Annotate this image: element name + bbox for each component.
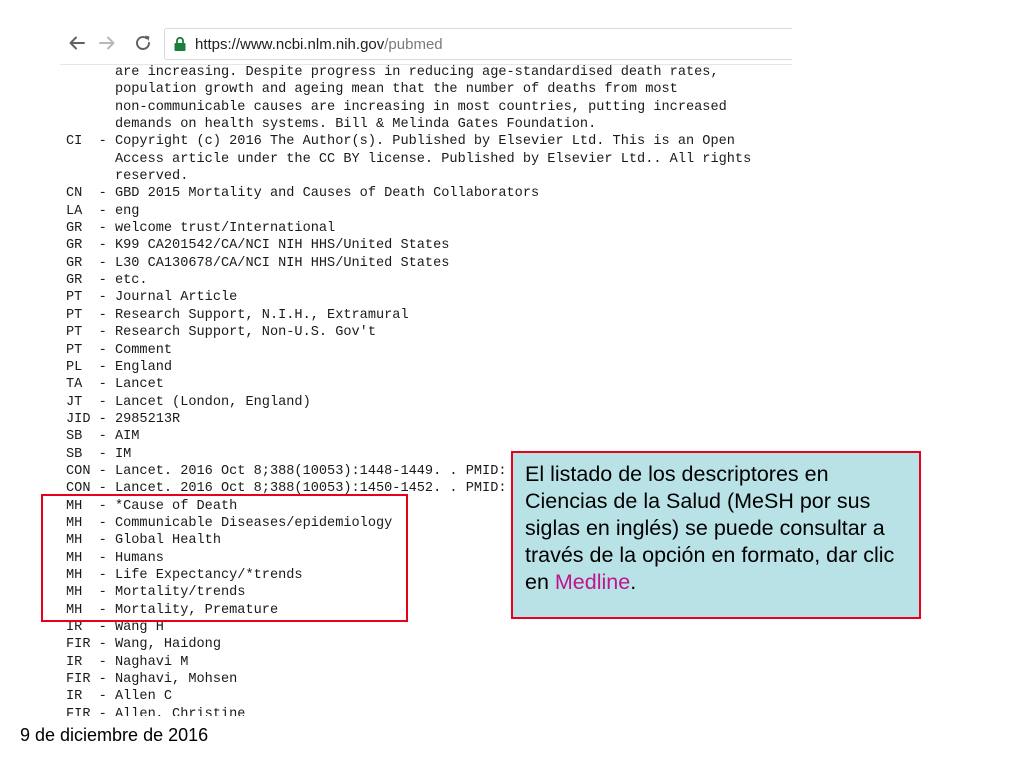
medline-line: are increasing. Despite progress in redu… [66,65,719,80]
medline-line: Access article under the CC BY license. … [66,151,752,167]
medline-line: MH - Communicable Diseases/epidemiology [66,515,393,531]
medline-line: FIR - Allen, Christine [66,706,246,716]
medline-line: IR - Wang H [66,620,164,635]
reload-icon [136,35,150,50]
medline-line: FIR - Naghavi, Mohsen [66,672,238,688]
slide-date: 9 de diciembre de 2016 [20,725,209,745]
medline-line: PL - England [66,359,173,375]
medline-line: CON - Lancet. 2016 Oct 8;388(10053):1450… [66,481,580,497]
medline-line: PT - Research Support, N.I.H., Extramura… [66,307,409,323]
medline-line: TA - Lancet [66,377,164,393]
medline-line: IR - Allen C [66,689,173,705]
medline-line: MH - Mortality/trends [66,585,246,601]
forward-arrow-icon [99,36,115,50]
medline-line: MH - Global Health [66,533,221,549]
url-host: https://www.ncbi.nlm.nih.gov [195,35,385,53]
medline-line: MH - Humans [66,550,164,566]
address-bar[interactable]: https://www.ncbi.nlm.nih.gov/pubmed [164,28,792,60]
medline-line: GR - welcome trust/International [66,221,336,237]
medline-line: GR - K99 CA201542/CA/NCI NIH HHS/United … [66,238,450,254]
medline-line: LA - eng [66,203,140,219]
reload-button[interactable] [130,30,156,56]
medline-line: JID - 2985213R [66,411,181,427]
callout-medline-word: Medline [554,570,631,594]
medline-line: PT - Journal Article [66,290,238,306]
medline-line: SB - AIM [66,429,140,445]
forward-button[interactable] [94,30,120,56]
medline-line: MH - *Cause of Death [66,498,238,514]
medline-line: non-communicable causes are increasing i… [66,99,727,115]
back-button[interactable] [64,30,90,56]
medline-line: demands on health systems. Bill & Melind… [66,117,597,133]
medline-line: CON - Lancet. 2016 Oct 8;388(10053):1448… [66,463,580,479]
medline-line: CI - Copyright (c) 2016 The Author(s). P… [66,134,735,150]
medline-line: PT - Research Support, Non-U.S. Gov't [66,325,376,341]
medline-line: reserved. [66,169,189,185]
medline-line: MH - Mortality, Premature [66,602,279,618]
url-path: /pubmed [384,35,443,53]
callout-end: . [630,570,637,594]
address-url: https://www.ncbi.nlm.nih.gov/pubmed [195,36,443,53]
medline-line: SB - IM [66,446,132,462]
medline-line: population growth and ageing mean that t… [66,82,678,98]
medline-line: GR - L30 CA130678/CA/NCI NIH HHS/United … [66,255,450,271]
medline-line: CN - GBD 2015 Mortality and Causes of De… [66,186,540,202]
medline-line: JT - Lancet (London, England) [66,394,311,410]
lock-icon [174,36,186,51]
back-arrow-icon [69,36,85,50]
medline-line: IR - Naghavi M [66,654,189,670]
medline-line: GR - etc. [66,273,148,289]
medline-line: MH - Life Expectancy/*trends [66,567,303,583]
medline-line: PT - Comment [66,342,173,358]
medline-line: FIR - Wang, Haidong [66,637,221,653]
browser-toolbar: https://www.ncbi.nlm.nih.gov/pubmed [60,0,792,65]
callout-box: El listado de los descriptores en Cienci… [511,451,921,619]
